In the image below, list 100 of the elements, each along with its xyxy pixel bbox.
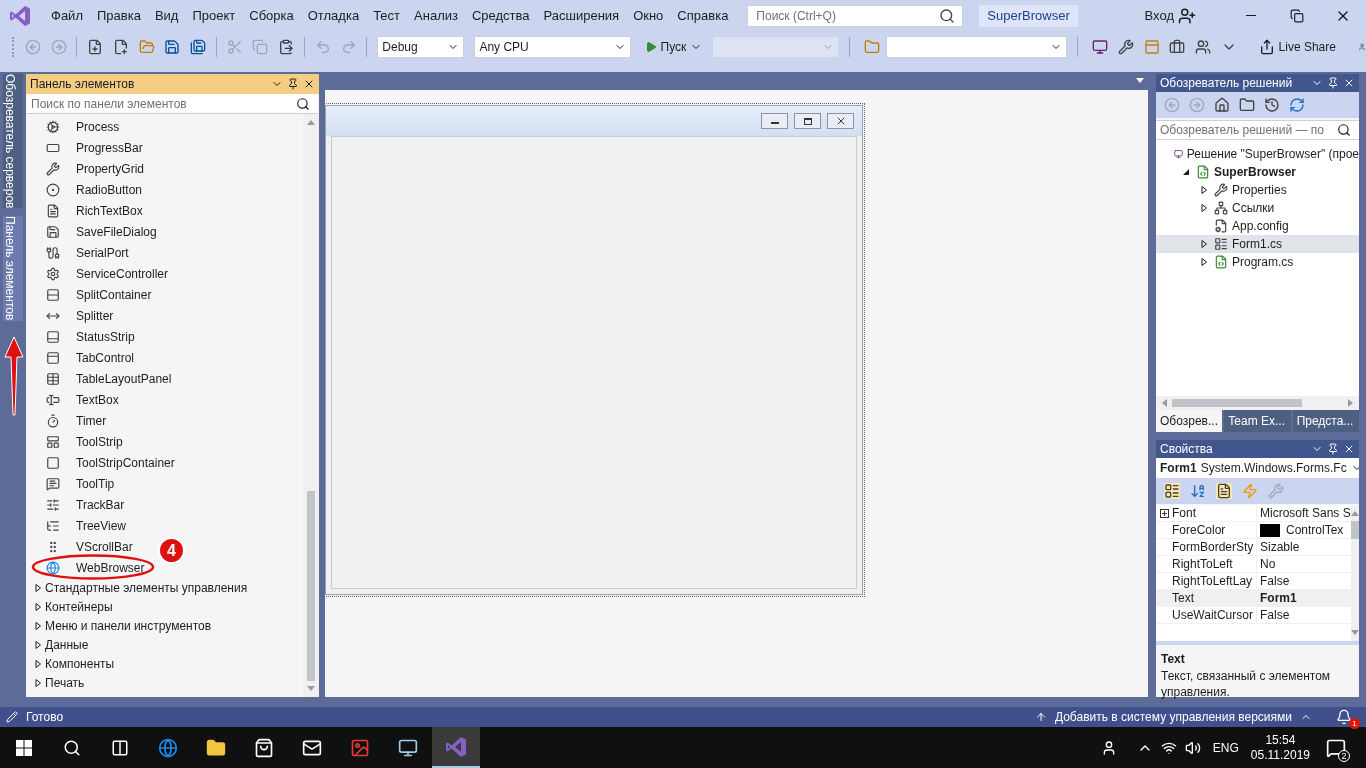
property-row[interactable]: UseWaitCursor False: [1156, 607, 1351, 624]
source-control-button[interactable]: Добавить в систему управления версиями: [1034, 708, 1312, 726]
toolbox-group[interactable]: Меню и панели инструментов: [26, 616, 303, 635]
menu-item[interactable]: Справка: [670, 5, 736, 26]
visual-studio-logo-icon: [444, 734, 468, 759]
toolbox-item[interactable]: ToolTip: [26, 473, 119, 494]
scrollbar[interactable]: [303, 114, 319, 697]
save-icon: [164, 38, 181, 55]
menu-item[interactable]: Проект: [185, 5, 243, 26]
tree-item[interactable]: App.config: [1156, 217, 1359, 235]
clock[interactable]: 15:54 05.11.2019: [1250, 732, 1310, 763]
close-icon[interactable]: [1343, 77, 1355, 89]
toolbox-item[interactable]: TreeView: [26, 515, 131, 536]
property-row[interactable]: ForeColor ControlTex: [1156, 522, 1351, 539]
object-selector[interactable]: Form1 System.Windows.Forms.Fc: [1156, 458, 1359, 478]
action-center-icon[interactable]: [1326, 737, 1346, 758]
user-add-icon[interactable]: [1178, 6, 1196, 25]
toolbox-group[interactable]: Контейнеры: [26, 597, 303, 616]
scroll-thumb[interactable]: [307, 491, 315, 681]
tree-item-label: SuperBrowser: [1214, 164, 1297, 181]
scroll-thumb[interactable]: [1350, 521, 1359, 539]
switch-views-icon: [1239, 97, 1255, 113]
toolbox-search-field[interactable]: Поиск по панели элементов: [27, 94, 318, 114]
horizontal-scrollbar[interactable]: [1156, 396, 1359, 410]
menu-item[interactable]: Расширения: [536, 5, 627, 26]
menu-item[interactable]: Файл: [44, 5, 90, 26]
pin-icon[interactable]: [1327, 443, 1339, 455]
toolbox-item[interactable]: TrackBar: [26, 494, 129, 515]
live-share-button[interactable]: Live Share: [1254, 35, 1340, 58]
menu-item[interactable]: Окно: [626, 5, 671, 26]
dropdown-icon[interactable]: [1136, 77, 1144, 85]
search-field[interactable]: Поиск (Ctrl+Q): [747, 4, 964, 27]
toolbox-item[interactable]: TableLayoutPanel: [26, 368, 176, 389]
tree-item[interactable]: SuperBrowser: [1156, 163, 1359, 181]
solution-search-field[interactable]: Обозреватель решений — по: [1156, 120, 1359, 140]
toolbox-group[interactable]: Компоненты: [26, 654, 303, 673]
pin-icon[interactable]: [1327, 77, 1339, 89]
panel-tab[interactable]: Предста...: [1292, 410, 1359, 432]
side-tab[interactable]: Обозреватель серверов: [2, 74, 23, 209]
visual-studio-taskbar-button[interactable]: [432, 727, 480, 768]
start-button[interactable]: Пуск: [640, 35, 707, 58]
close-icon[interactable]: [303, 78, 315, 90]
platform-dropdown[interactable]: Any CPU: [474, 35, 631, 58]
property-row[interactable]: FormBorderSty Sizable: [1156, 539, 1351, 556]
panel-tab[interactable]: Обозрев...: [1156, 410, 1223, 432]
toolbox-item[interactable]: SerialPort: [26, 242, 133, 263]
side-tab[interactable]: Панель элементов: [2, 216, 23, 321]
scrollbar[interactable]: [1350, 505, 1359, 641]
toolbox-item[interactable]: StatusStrip: [26, 326, 139, 347]
toolbox-item[interactable]: WebBrowser: [26, 557, 149, 578]
toolbox-item[interactable]: Process: [26, 116, 124, 137]
language-indicator[interactable]: ENG: [1212, 738, 1239, 757]
configuration-dropdown[interactable]: Debug: [377, 35, 465, 58]
pin-icon[interactable]: [287, 78, 299, 90]
tree-item-label: Properties: [1232, 182, 1287, 199]
tree-item[interactable]: Form1.cs: [1156, 235, 1359, 253]
property-name: UseWaitCursor: [1172, 607, 1254, 624]
menu-item[interactable]: Сборка: [242, 5, 301, 26]
toolbox-item[interactable]: ToolStrip: [26, 431, 127, 452]
property-row[interactable]: Text Form1: [1156, 590, 1351, 607]
tree-item[interactable]: Program.cs: [1156, 253, 1359, 271]
property-row[interactable]: Font Microsoft Sans S: [1156, 505, 1351, 522]
tree-item[interactable]: Ссылки: [1156, 199, 1359, 217]
menu-item[interactable]: Анализ: [407, 5, 465, 26]
toolbox-item[interactable]: TabControl: [26, 347, 139, 368]
toolbox-item[interactable]: ServiceController: [26, 263, 173, 284]
toolbox-item[interactable]: RichTextBox: [26, 200, 147, 221]
expand-icon[interactable]: [1159, 508, 1169, 518]
panel-tab[interactable]: Team Ex...: [1224, 410, 1291, 432]
new-project-icon: [87, 38, 104, 55]
menu-item[interactable]: Отладка: [300, 5, 367, 26]
toolbox-item[interactable]: Timer: [26, 410, 111, 431]
toolbox-item[interactable]: ToolStripContainer: [26, 452, 179, 473]
toolbox-item[interactable]: TextBox: [26, 389, 123, 410]
toolbox-group[interactable]: Данные: [26, 635, 303, 654]
tree-item[interactable]: Решение "SuperBrowser" (прое: [1156, 145, 1359, 163]
tree-item[interactable]: Properties: [1156, 181, 1359, 199]
menu-item[interactable]: Правка: [89, 5, 148, 26]
toolbox-group[interactable]: Печать: [26, 673, 303, 692]
scroll-down-arrow-icon[interactable]: [1350, 629, 1359, 637]
toolbox-item[interactable]: PropertyGrid: [26, 158, 149, 179]
toolbox-item[interactable]: RadioButton: [26, 179, 147, 200]
menu-item[interactable]: Вид: [147, 5, 186, 26]
toolbox-group[interactable]: Стандартные элементы управления: [26, 578, 303, 597]
menu-item[interactable]: Тест: [366, 5, 408, 26]
toolbox-item[interactable]: VScrollBar: [26, 536, 137, 557]
tooltip-icon: [46, 476, 60, 491]
toolbox-item[interactable]: Splitter: [26, 305, 118, 326]
scroll-up-arrow-icon[interactable]: [1350, 509, 1359, 517]
property-row[interactable]: RightToLeft No: [1156, 556, 1351, 573]
scroll-thumb[interactable]: [1172, 399, 1302, 407]
toolbox-item[interactable]: ProgressBar: [26, 137, 147, 158]
sign-in-link[interactable]: Вход: [1144, 5, 1174, 26]
toolbox-item[interactable]: SaveFileDialog: [26, 221, 161, 242]
close-icon[interactable]: [1343, 443, 1355, 455]
redo-icon: [340, 38, 357, 55]
toolbox-item[interactable]: SplitContainer: [26, 284, 156, 305]
menu-item[interactable]: Средства: [464, 5, 537, 26]
notification-bell-icon[interactable]: [1336, 709, 1352, 725]
volume-icon[interactable]: [1184, 739, 1201, 756]
